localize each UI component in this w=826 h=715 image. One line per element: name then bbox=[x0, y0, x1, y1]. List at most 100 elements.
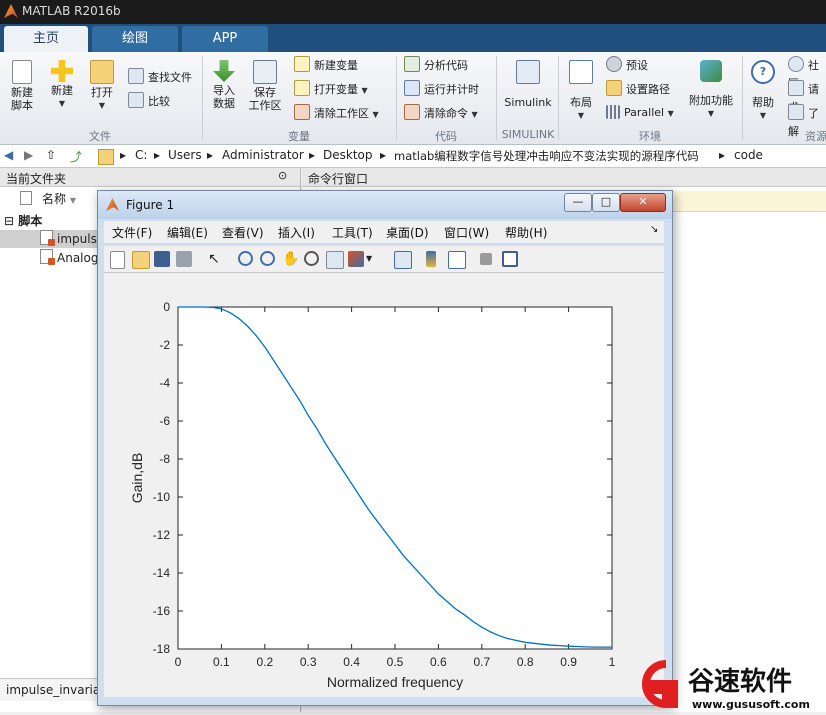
analyze-code-button[interactable]: 分析代码 bbox=[404, 56, 468, 74]
path-separator-icon: ▸ bbox=[380, 148, 387, 162]
community-button[interactable]: 社区 bbox=[788, 56, 826, 90]
menu-edit[interactable]: 编辑(E) bbox=[167, 224, 208, 241]
pointer-icon[interactable]: ↖ bbox=[208, 251, 224, 267]
path-segment[interactable]: code bbox=[734, 148, 763, 162]
save-icon[interactable] bbox=[154, 251, 170, 267]
community-icon bbox=[788, 56, 804, 72]
brush-icon[interactable] bbox=[348, 251, 364, 267]
rotate-3d-icon[interactable] bbox=[304, 251, 319, 266]
menu-view[interactable]: 查看(V) bbox=[222, 224, 264, 241]
plot-area bbox=[177, 306, 613, 650]
legend-icon[interactable] bbox=[448, 251, 466, 269]
tab-plots[interactable]: 绘图 bbox=[92, 26, 178, 52]
pan-hand-icon[interactable]: ✋ bbox=[282, 251, 299, 267]
folder-icon bbox=[98, 149, 114, 165]
scripts-section[interactable]: ⊟ 脚本 bbox=[4, 212, 42, 230]
simulink-button[interactable]: Simulink bbox=[502, 60, 554, 109]
print-icon[interactable] bbox=[176, 251, 192, 267]
maximize-button[interactable]: □ bbox=[592, 193, 620, 212]
open-file-icon[interactable] bbox=[132, 251, 150, 269]
menu-tools[interactable]: 工具(T) bbox=[332, 224, 373, 241]
ribbon: 新建 脚本 新建 ▼ 打开 ▼ 查找文件 比较 文件 导入 数据 保存 工作区 … bbox=[0, 52, 826, 145]
tab-home[interactable]: 主页 bbox=[4, 26, 88, 52]
x-tick-label: 0.7 bbox=[473, 655, 490, 669]
path-segment[interactable]: Users bbox=[168, 148, 202, 162]
ribbon-tab-bar: 主页 绘图 APP bbox=[0, 24, 826, 52]
watermark-url: www.gususoft.com bbox=[692, 698, 810, 711]
ribbon-separator bbox=[396, 56, 397, 140]
find-files-button[interactable]: 查找文件 bbox=[128, 68, 192, 86]
path-segment[interactable]: C: bbox=[135, 148, 147, 162]
back-arrow-icon[interactable]: ◀ bbox=[4, 148, 13, 162]
hide-plot-tools-icon[interactable] bbox=[480, 253, 492, 265]
close-button[interactable]: ✕ bbox=[620, 193, 666, 212]
y-tick-label: -18 bbox=[153, 642, 171, 656]
open-variable-button[interactable]: 打开变量 ▼ bbox=[294, 80, 368, 98]
simulink-icon bbox=[516, 60, 540, 84]
new-button[interactable]: 新建 ▼ bbox=[44, 60, 80, 110]
preferences-button[interactable]: 预设 bbox=[606, 56, 648, 74]
new-figure-icon[interactable] bbox=[110, 251, 125, 269]
minimize-button[interactable]: — bbox=[564, 193, 592, 212]
help-button[interactable]: ? 帮助 ▼ bbox=[746, 60, 780, 122]
new-variable-button[interactable]: 新建变量 bbox=[294, 56, 358, 74]
clear-commands-label: 清除命令 bbox=[424, 107, 468, 120]
open-button[interactable]: 打开 ▼ bbox=[84, 60, 120, 112]
panel-menu-icon[interactable]: ⊙ bbox=[278, 169, 287, 182]
learn-icon bbox=[788, 104, 804, 120]
preferences-label: 预设 bbox=[626, 59, 648, 72]
ribbon-separator bbox=[496, 56, 497, 140]
browse-folder-icon[interactable]: ⤴ bbox=[70, 148, 82, 165]
path-segment[interactable]: matlab编程数字信号处理冲击响应不变法实现的源程序代码 bbox=[394, 148, 699, 164]
menu-help[interactable]: 帮助(H) bbox=[505, 224, 547, 241]
import-data-button[interactable]: 导入 数据 bbox=[206, 60, 242, 110]
save-workspace-label: 保存 工作区 bbox=[248, 86, 282, 112]
show-plot-tools-icon[interactable] bbox=[502, 251, 518, 267]
learn-button[interactable]: 了解 bbox=[788, 104, 826, 138]
plus-icon bbox=[51, 60, 73, 82]
import-arrow-icon bbox=[213, 60, 235, 82]
menu-insert[interactable]: 插入(I) bbox=[278, 224, 315, 241]
clear-workspace-button[interactable]: 清除工作区 ▼ bbox=[294, 104, 379, 122]
run-and-time-button[interactable]: 运行并计时 bbox=[404, 80, 479, 98]
data-cursor-icon[interactable] bbox=[326, 251, 344, 269]
app-title-bar: MATLAB R2016b bbox=[0, 0, 826, 24]
menu-file[interactable]: 文件(F) bbox=[112, 224, 152, 241]
ribbon-separator bbox=[742, 56, 743, 140]
dock-arrow-icon[interactable]: ↘ bbox=[650, 224, 658, 235]
colorbar-icon[interactable] bbox=[426, 251, 436, 267]
layout-button[interactable]: 布局 ▼ bbox=[564, 60, 598, 122]
tab-apps[interactable]: APP bbox=[182, 26, 268, 52]
file-type-icon bbox=[20, 191, 32, 205]
new-script-button[interactable]: 新建 脚本 bbox=[4, 60, 40, 112]
app-title: MATLAB R2016b bbox=[22, 4, 121, 18]
analyze-code-label: 分析代码 bbox=[424, 59, 468, 72]
x-tick-label: 0.1 bbox=[213, 655, 230, 669]
request-support-button[interactable]: 请求 bbox=[788, 80, 826, 114]
zoom-out-icon[interactable] bbox=[260, 251, 275, 266]
clear-commands-button[interactable]: 清除命令 ▼ bbox=[404, 104, 478, 122]
help-question-icon: ? bbox=[751, 60, 775, 84]
chevron-down-icon[interactable]: ▼ bbox=[366, 251, 382, 267]
set-path-button[interactable]: 设置路径 bbox=[606, 80, 670, 98]
compare-button[interactable]: 比较 bbox=[128, 92, 170, 110]
path-segment[interactable]: Desktop bbox=[323, 148, 373, 162]
zoom-in-icon[interactable] bbox=[238, 251, 253, 266]
save-workspace-button[interactable]: 保存 工作区 bbox=[246, 60, 284, 112]
menu-window[interactable]: 窗口(W) bbox=[444, 224, 489, 241]
name-column-header[interactable]: 名称 ▼ bbox=[20, 190, 76, 208]
watermark-svg: 谷速软件 www.gususoft.com bbox=[642, 660, 810, 711]
path-segment[interactable]: Administrator bbox=[222, 148, 304, 162]
link-plot-icon[interactable] bbox=[394, 251, 412, 269]
details-file-name: impulse_invariar bbox=[6, 683, 106, 697]
up-folder-icon[interactable]: ⇧ bbox=[46, 148, 56, 162]
chevron-down-icon: ▼ bbox=[759, 111, 767, 120]
parallel-button[interactable]: Parallel ▼ bbox=[606, 104, 674, 122]
menu-desktop[interactable]: 桌面(D) bbox=[386, 224, 429, 241]
watermark-logo-icon bbox=[642, 660, 678, 709]
forward-arrow-icon[interactable]: ▶ bbox=[24, 148, 33, 162]
analyze-code-icon bbox=[404, 56, 420, 72]
collapse-icon[interactable]: ⊟ bbox=[4, 214, 14, 228]
figure-title-bar[interactable]: Figure 1 — □ ✕ bbox=[98, 191, 672, 219]
addons-button[interactable]: 附加功能 ▼ bbox=[686, 60, 736, 120]
